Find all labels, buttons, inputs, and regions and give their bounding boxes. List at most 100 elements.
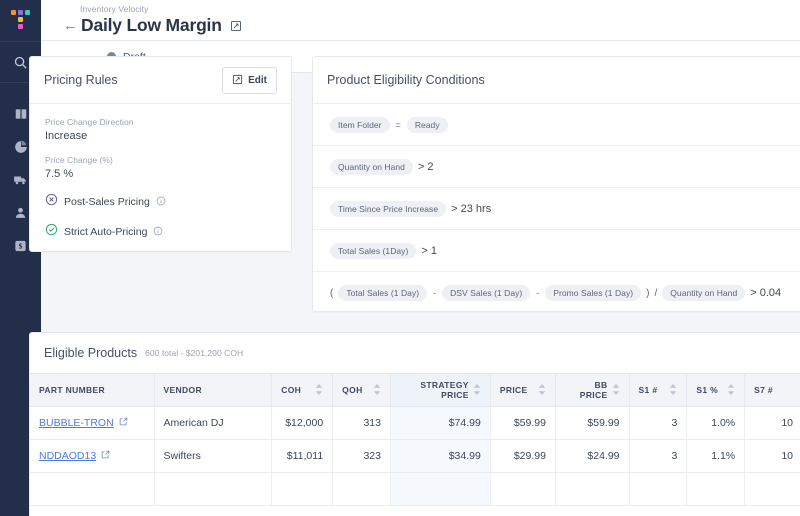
toggle-label: Post-Sales Pricing	[64, 196, 150, 208]
eligibility-header: Product Eligibility Conditions	[313, 57, 800, 104]
table-row[interactable]	[30, 472, 800, 506]
pricing-rules-card: Pricing Rules Edit Price Change Directio…	[29, 56, 292, 252]
sort-icon[interactable]	[373, 383, 381, 397]
external-link-icon[interactable]	[101, 450, 110, 462]
external-link-icon[interactable]	[119, 417, 128, 429]
cell-bb-price: $59.99	[555, 406, 630, 440]
column-header[interactable]: PRICE	[490, 373, 556, 407]
cell-s1-number: 3	[629, 439, 688, 473]
field-value: 7.5 %	[45, 168, 74, 180]
sort-icon[interactable]	[727, 383, 735, 397]
column-header-label: S7 #	[754, 385, 774, 395]
breadcrumb[interactable]: Inventory Velocity	[80, 4, 800, 14]
logo-square	[25, 9, 30, 15]
condition-pill: Time Since Price Increase	[330, 200, 447, 217]
cell-part-number: NDDAOD13	[30, 439, 155, 473]
condition-operator: -	[536, 288, 540, 298]
edit-pencil-icon[interactable]	[230, 20, 242, 32]
part-number-link[interactable]: BUBBLE-TRON	[39, 417, 114, 429]
condition-operator: -	[433, 288, 437, 298]
products-table-body: BUBBLE-TRON American DJ $12,000 313 $74.99 $5…	[30, 406, 800, 506]
logo-square	[18, 23, 23, 29]
part-number-link[interactable]: NDDAOD13	[39, 450, 96, 462]
condition-value: > 2	[417, 160, 434, 173]
condition-paren: (	[330, 287, 334, 299]
cell-s7-number: 10	[744, 406, 800, 440]
condition-pill: DSV Sales (1 Day)	[442, 285, 531, 301]
products-table-head: PART NUMBER VENDOR COH QOH STRATEGY PRICE PRI…	[30, 373, 800, 407]
sort-icon[interactable]	[669, 383, 677, 397]
edit-pencil-icon	[232, 73, 243, 88]
sort-icon[interactable]	[473, 383, 481, 397]
column-header: VENDOR	[154, 373, 273, 407]
toggle-strict-auto-pricing[interactable]: Strict Auto-Pricing	[45, 223, 276, 241]
eligible-products-header: Eligible Products 600 total - $201,200 C…	[30, 333, 800, 373]
column-header[interactable]: S1 %	[686, 373, 746, 407]
sort-icon[interactable]	[315, 383, 323, 397]
column-header-label: S1 %	[696, 385, 719, 395]
condition-pill: Promo Sales (1 Day)	[545, 285, 642, 301]
pricing-rules-title: Pricing Rules	[44, 73, 118, 87]
condition-operator: =	[395, 119, 401, 130]
cell-price: $29.99	[490, 439, 556, 473]
sort-icon[interactable]	[612, 383, 620, 397]
condition-row[interactable]: Total Sales (1Day) > 1	[313, 230, 800, 272]
sort-icon[interactable]	[538, 383, 546, 397]
cell-qoh: 313	[332, 406, 391, 440]
cell-s1-percent: 1.1%	[686, 439, 746, 473]
column-header[interactable]: COH	[271, 373, 334, 407]
column-header-label: VENDOR	[163, 385, 202, 395]
column-header[interactable]: BB PRICE	[555, 373, 630, 407]
page-title: Daily Low Margin	[81, 15, 222, 35]
condition-value: > 1	[421, 244, 437, 257]
user-icon	[14, 206, 27, 220]
column-header-label: COH	[281, 385, 302, 395]
column-header: PART NUMBER	[30, 373, 155, 407]
info-icon[interactable]	[153, 223, 163, 241]
cell-coh	[271, 472, 334, 506]
column-header-label: PRICE	[499, 385, 528, 395]
toggle-post-sales-pricing[interactable]: Post-Sales Pricing	[45, 193, 276, 211]
cell-part-number: BUBBLE-TRON	[30, 406, 155, 440]
dollar-badge-icon: $	[14, 239, 27, 253]
condition-value: > 0.04	[750, 287, 782, 299]
condition-row[interactable]: Time Since Price Increase > 23 hrs	[313, 188, 800, 230]
eligibility-title: Product Eligibility Conditions	[327, 73, 485, 87]
condition-row[interactable]: (Total Sales (1 Day) - DSV Sales (1 Day) - P…	[313, 272, 800, 314]
condition-pill: Total Sales (1 Day)	[338, 285, 428, 301]
table-row[interactable]: NDDAOD13 Swifters $11,011 323 $34.99 $29.99 $2…	[30, 439, 800, 473]
table-row[interactable]: BUBBLE-TRON American DJ $12,000 313 $74.99 $5…	[30, 406, 800, 440]
field-label: Price Change Direction	[45, 117, 134, 127]
condition-row[interactable]: Item Folder = Ready	[313, 104, 800, 146]
pie-chart-icon	[14, 140, 28, 154]
cell-bb-price: $24.99	[555, 439, 630, 473]
cell-qoh: 323	[332, 439, 391, 473]
eligible-products-card: Eligible Products 600 total - $201,200 C…	[29, 332, 800, 516]
field-label: Price Change (%)	[45, 155, 113, 165]
column-header[interactable]: S1 #	[629, 373, 688, 407]
field-value: Increase	[45, 130, 88, 142]
condition-row[interactable]: Quantity on Hand > 2	[313, 146, 800, 188]
condition-value: > 23 hrs	[451, 202, 492, 215]
column-header[interactable]: STRATEGY PRICE	[390, 373, 491, 407]
cell-price: $59.99	[490, 406, 556, 440]
cell-vendor: American DJ	[154, 406, 273, 440]
column-header-label: S1 #	[638, 385, 658, 395]
eligible-products-title: Eligible Products	[44, 346, 138, 360]
info-icon[interactable]	[156, 193, 166, 211]
edit-button-label: Edit	[248, 74, 267, 86]
top-bar: Inventory Velocity ← Daily Low Margin	[41, 0, 800, 41]
pricing-rules-header: Pricing Rules Edit	[30, 57, 291, 104]
cell-strategy-price: $74.99	[390, 406, 491, 440]
truck-icon	[13, 173, 28, 187]
tophatter-logo[interactable]	[0, 0, 41, 41]
cell-s7-number	[744, 472, 800, 506]
back-arrow-icon[interactable]: ←	[63, 18, 78, 33]
column-header[interactable]: QOH	[332, 373, 391, 407]
cell-vendor: Swifters	[154, 439, 273, 473]
field-price-change-percent: Price Change (%) 7.5 %	[45, 155, 276, 180]
edit-button[interactable]: Edit	[222, 66, 277, 94]
check-circle-icon	[45, 223, 58, 241]
column-header-label: BB PRICE	[579, 380, 608, 400]
product-eligibility-card: Product Eligibility Conditions Item Fold…	[312, 56, 800, 312]
